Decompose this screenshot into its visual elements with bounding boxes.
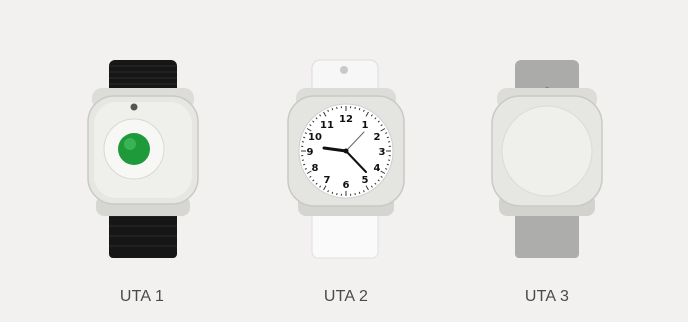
dial-number: 10 xyxy=(308,132,322,143)
dial-number: 12 xyxy=(339,114,353,125)
alarm-button-device-icon xyxy=(87,60,199,258)
dial-tick xyxy=(358,108,361,111)
dial-tick xyxy=(386,136,389,139)
dial-number: 8 xyxy=(312,163,319,174)
product-uta-2[interactable]: 12 1 2 3 4 5 6 7 8 9 10 11 UTA 2 xyxy=(266,0,426,322)
product-uta-1[interactable]: UTA 1 xyxy=(62,0,222,322)
dial-number: 2 xyxy=(374,132,381,143)
product-label: UTA 3 xyxy=(524,288,570,305)
wrist-watch-icon: 12 1 2 3 4 5 6 7 8 9 10 11 xyxy=(287,59,405,259)
dial-tick xyxy=(303,163,306,166)
dial-tick xyxy=(303,136,306,139)
product-label: UTA 1 xyxy=(119,288,165,305)
product-uta-3[interactable]: UTA 3 xyxy=(467,0,627,322)
dial-number: 11 xyxy=(320,120,334,131)
dial-tick xyxy=(386,163,389,166)
dial-number: 4 xyxy=(374,163,381,174)
dial-number: 9 xyxy=(307,147,314,158)
dial-number: 6 xyxy=(343,180,350,191)
dial-number: 3 xyxy=(379,147,386,158)
dial-tick xyxy=(331,108,334,111)
dial-number: 7 xyxy=(324,175,331,186)
dial-tick xyxy=(331,191,334,194)
dial-tick xyxy=(358,191,361,194)
dial-number: 1 xyxy=(362,120,369,131)
product-gallery: UTA 1 12 1 2 3 4 5 6 7 8 9 10 11 UTA 2 U… xyxy=(0,0,688,322)
dial-number: 5 xyxy=(362,175,369,186)
product-label: UTA 2 xyxy=(323,288,369,305)
plain-wrist-device-icon xyxy=(491,60,603,258)
